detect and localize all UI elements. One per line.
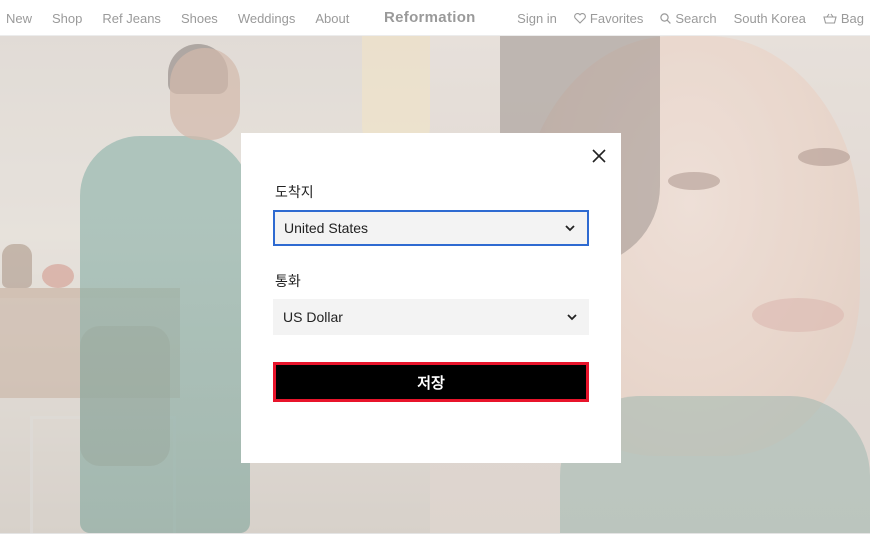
footer-strip — [0, 533, 870, 547]
save-label: 저장 — [417, 374, 445, 392]
primary-nav: New Shop Ref Jeans Shoes Weddings About — [6, 0, 369, 36]
sign-in-link[interactable]: Sign in — [517, 11, 557, 26]
close-button[interactable] — [591, 148, 607, 164]
nav-ref-jeans[interactable]: Ref Jeans — [102, 11, 161, 26]
bag-label: Bag — [840, 10, 864, 26]
bag-link[interactable]: Bag — [823, 11, 864, 26]
favorites-link[interactable]: Favorites — [574, 11, 643, 26]
utility-nav: Sign in Favorites Search South Korea Bag — [500, 0, 864, 36]
search-icon — [660, 12, 672, 24]
search-label: Search — [675, 10, 717, 26]
destination-label: 도착지 — [275, 184, 314, 200]
region-label: South Korea — [733, 10, 806, 26]
nav-new[interactable]: New — [6, 11, 32, 26]
close-icon — [592, 149, 606, 163]
destination-value: United States — [284, 220, 369, 236]
brand-logo[interactable]: Reformation — [384, 0, 476, 36]
destination-select[interactable]: United States — [273, 210, 589, 246]
currency-label: 통화 — [275, 273, 301, 289]
save-button[interactable]: 저장 — [273, 362, 589, 402]
region-selector[interactable]: South Korea — [734, 11, 806, 26]
search-link[interactable]: Search — [660, 10, 717, 26]
site-header: New Shop Ref Jeans Shoes Weddings About … — [0, 0, 870, 36]
favorites-label: Favorites — [589, 10, 644, 26]
region-settings-modal: 도착지 United States 통화 US Dollar 저장 — [241, 133, 621, 463]
basket-icon — [823, 13, 837, 24]
heart-icon — [574, 12, 586, 24]
nav-about[interactable]: About — [315, 11, 349, 26]
nav-shop[interactable]: Shop — [52, 11, 82, 26]
currency-value: US Dollar — [283, 309, 343, 325]
sign-in-label: Sign in — [517, 10, 557, 26]
nav-weddings[interactable]: Weddings — [238, 11, 296, 26]
chevron-down-icon — [567, 314, 577, 321]
currency-select[interactable]: US Dollar — [273, 299, 589, 335]
chevron-down-icon — [565, 225, 575, 232]
nav-shoes[interactable]: Shoes — [181, 11, 218, 26]
